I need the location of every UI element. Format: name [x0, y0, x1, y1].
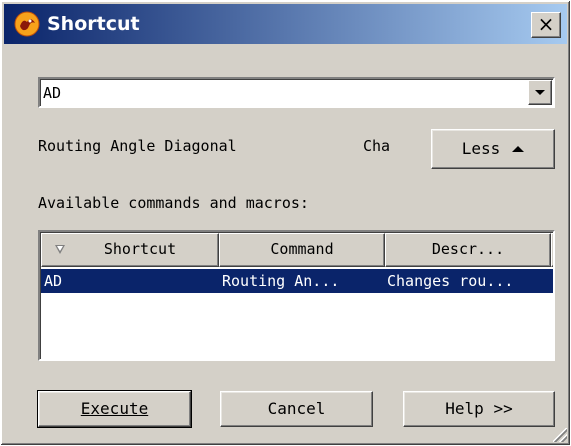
- column-header-description[interactable]: Descr...: [385, 233, 551, 267]
- available-commands-label: Available commands and macros:: [38, 194, 309, 212]
- command-name-label: Routing Angle Diagonal: [38, 137, 237, 155]
- column-header-label: Command: [270, 240, 334, 258]
- shortcut-input[interactable]: [43, 81, 523, 105]
- help-button-label: Help >>: [445, 399, 513, 418]
- title-bar[interactable]: Shortcut ×: [4, 4, 567, 44]
- cell-command: Routing An...: [222, 272, 340, 290]
- execute-button-label: Execute: [80, 399, 149, 418]
- chevron-down-icon: [535, 90, 545, 95]
- combo-dropdown-button[interactable]: [528, 80, 552, 105]
- column-header-filler: [551, 233, 553, 267]
- shortcut-dialog: Shortcut × Routing Angle Diagonal Cha Le…: [0, 0, 571, 446]
- less-button[interactable]: Less: [431, 129, 555, 169]
- column-header-label: Descr...: [431, 240, 505, 258]
- help-button[interactable]: Help >>: [403, 391, 555, 427]
- column-header-label: Shortcut: [103, 240, 177, 258]
- shortcut-combobox[interactable]: [38, 77, 555, 108]
- column-header-command[interactable]: Command: [219, 233, 385, 267]
- table-row[interactable]: AD Routing An... Changes rou...: [41, 269, 553, 293]
- less-button-label: Less: [461, 139, 501, 158]
- command-description-label: Cha: [363, 137, 391, 155]
- execute-button[interactable]: Execute: [37, 390, 192, 428]
- cancel-button[interactable]: Cancel: [220, 391, 373, 427]
- window-title: Shortcut: [47, 13, 140, 35]
- commands-list[interactable]: Shortcut Command Descr... AD Routing An.…: [38, 230, 555, 361]
- cancel-button-label: Cancel: [267, 399, 326, 418]
- sort-descending-icon: [55, 245, 65, 254]
- list-header: Shortcut Command Descr...: [41, 233, 553, 267]
- cell-description: Changes rou...: [387, 272, 514, 290]
- chevron-up-icon: [512, 146, 525, 152]
- close-button[interactable]: ×: [531, 12, 561, 38]
- bird-logo-icon: [14, 11, 40, 37]
- cell-shortcut: AD: [44, 272, 63, 290]
- resize-grip[interactable]: [553, 428, 567, 442]
- close-icon: ×: [537, 12, 555, 36]
- column-header-shortcut[interactable]: Shortcut: [41, 233, 219, 267]
